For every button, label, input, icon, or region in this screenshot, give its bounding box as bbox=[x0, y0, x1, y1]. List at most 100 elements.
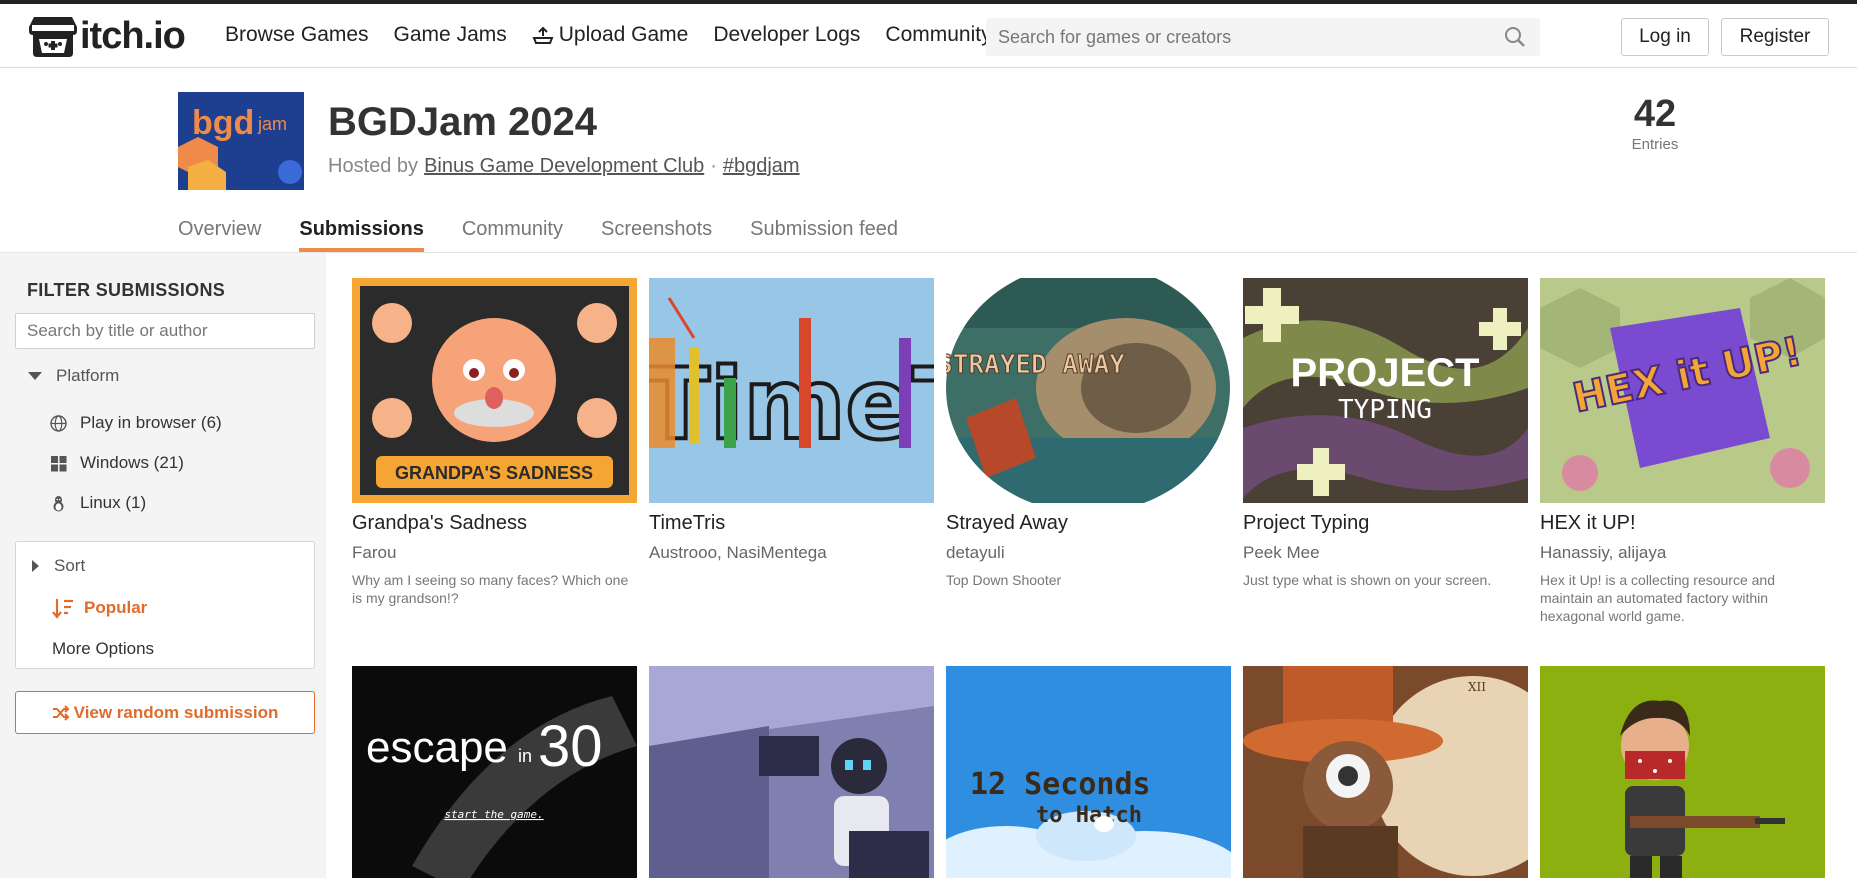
game-thumbnail[interactable]: GRANDPA'S SADNESS bbox=[352, 278, 637, 503]
jam-hosted-by: Hosted by Binus Game Development Club · … bbox=[328, 155, 800, 178]
hashtag-link[interactable]: #bgdjam bbox=[723, 155, 800, 178]
platform-toggle[interactable]: Platform bbox=[28, 366, 119, 386]
login-button[interactable]: Log in bbox=[1621, 18, 1709, 56]
hex-thumb-art: HEX it UP! bbox=[1540, 278, 1825, 503]
sort-popular[interactable]: Popular bbox=[52, 597, 147, 619]
tab-submissions[interactable]: Submissions bbox=[299, 218, 425, 252]
escape-thumb-text: escape bbox=[366, 723, 508, 772]
game-card[interactable]: TimeTris TimeTris Austrooo, NasiMentega bbox=[649, 278, 934, 571]
more-options-link[interactable]: More Options bbox=[52, 639, 154, 659]
game-card[interactable]: escape in 30 start the game. bbox=[352, 666, 637, 878]
game-author[interactable]: detayuli bbox=[946, 543, 1231, 563]
tab-screenshots[interactable]: Screenshots bbox=[601, 218, 712, 252]
platform-browser[interactable]: Play in browser (6) bbox=[50, 413, 222, 433]
timetris-thumb-art: TimeTris bbox=[649, 278, 934, 503]
host-link[interactable]: Binus Game Development Club bbox=[424, 155, 704, 178]
sort-descending-icon bbox=[52, 599, 73, 619]
sort-panel: Sort Popular More Options bbox=[15, 541, 315, 669]
jam-cover-bgd: bgd bbox=[192, 104, 254, 142]
strayed-thumb-text: STRAYED AWAY bbox=[946, 350, 1125, 380]
linux-icon bbox=[53, 495, 64, 511]
game-description: Top Down Shooter bbox=[946, 572, 1062, 588]
nav-upload-game-label: Upload Game bbox=[558, 23, 689, 46]
grandpa-thumb-art: GRANDPA'S SADNESS bbox=[352, 278, 637, 503]
sort-label: Sort bbox=[54, 556, 86, 575]
hatch-thumb-text-2: to Hatch bbox=[1036, 803, 1142, 828]
game-thumbnail[interactable] bbox=[649, 666, 934, 878]
escape-thumb-text-in: in bbox=[518, 746, 532, 766]
tab-community[interactable]: Community bbox=[462, 218, 563, 252]
game-title[interactable]: Grandpa's Sadness bbox=[352, 512, 637, 535]
clock-thumb-art: XII bbox=[1243, 666, 1528, 878]
search-icon[interactable] bbox=[1504, 26, 1526, 48]
game-thumbnail[interactable]: escape in 30 start the game. bbox=[352, 666, 637, 878]
entries-stat: 42 Entries bbox=[1620, 92, 1690, 153]
game-card[interactable]: HEX it UP! HEX it UP! Hanassiy, alijaya … bbox=[1540, 278, 1825, 625]
soldier-thumb-art bbox=[1540, 666, 1825, 878]
clock-thumb-text: XII bbox=[1468, 680, 1486, 694]
logo-text: itch.io bbox=[80, 14, 186, 57]
game-author[interactable]: Austrooo, NasiMentega bbox=[649, 543, 934, 563]
game-title[interactable]: Strayed Away bbox=[946, 512, 1231, 535]
platform-browser-label: Play in browser (6) bbox=[80, 413, 222, 432]
hosted-separator: · bbox=[710, 155, 717, 177]
game-thumbnail[interactable]: TimeTris bbox=[649, 278, 934, 503]
jam-cover-jam: jam bbox=[257, 114, 287, 134]
game-card[interactable]: PROJECT TYPING Project Typing Peek Mee J… bbox=[1243, 278, 1528, 589]
game-description: Why am I seeing so many faces? Which one… bbox=[352, 572, 629, 606]
caret-right-icon bbox=[32, 560, 39, 572]
site-search-input[interactable] bbox=[986, 18, 1540, 56]
game-thumbnail[interactable]: 12 Seconds to Hatch bbox=[946, 666, 1231, 878]
typing-thumb-text: PROJECT bbox=[1291, 351, 1480, 395]
register-button[interactable]: Register bbox=[1721, 18, 1829, 56]
entries-label: Entries bbox=[1631, 136, 1679, 153]
game-thumbnail[interactable]: HEX it UP! bbox=[1540, 278, 1825, 503]
nav-developer-logs[interactable]: Developer Logs bbox=[713, 23, 860, 47]
game-card[interactable]: XII bbox=[1243, 666, 1528, 878]
typing-thumb-art: PROJECT TYPING bbox=[1243, 278, 1528, 503]
nav-community[interactable]: Community bbox=[885, 23, 991, 47]
game-card[interactable]: 12 Seconds to Hatch bbox=[946, 666, 1231, 878]
escape-thumb-text-30: 30 bbox=[538, 714, 603, 779]
game-card[interactable]: STRAYED AWAY Strayed Away detayuli Top D… bbox=[946, 278, 1231, 589]
hatch-thumb-text: 12 Seconds bbox=[970, 767, 1151, 802]
escape-thumb-art: escape in 30 start the game. bbox=[352, 666, 637, 878]
game-title[interactable]: Project Typing bbox=[1243, 512, 1528, 535]
tab-overview[interactable]: Overview bbox=[178, 218, 261, 252]
platform-linux[interactable]: Linux (1) bbox=[50, 493, 146, 513]
sort-toggle[interactable]: Sort bbox=[32, 556, 85, 576]
nav-upload-game[interactable]: Upload Game bbox=[532, 23, 689, 47]
game-thumbnail[interactable] bbox=[1540, 666, 1825, 878]
platform-windows-label: Windows (21) bbox=[80, 453, 184, 472]
strayed-thumb-art: STRAYED AWAY bbox=[946, 278, 1231, 503]
filter-title: FILTER SUBMISSIONS bbox=[27, 280, 226, 300]
game-author[interactable]: Farou bbox=[352, 543, 637, 563]
filter-search-input[interactable] bbox=[16, 314, 314, 348]
game-thumbnail[interactable]: XII bbox=[1243, 666, 1528, 878]
nav-game-jams[interactable]: Game Jams bbox=[394, 23, 507, 47]
platform-linux-label: Linux (1) bbox=[80, 493, 147, 512]
itchio-logo[interactable]: itch.io bbox=[28, 13, 186, 59]
game-title[interactable]: HEX it UP! bbox=[1540, 512, 1825, 535]
view-random-button[interactable]: View random submission bbox=[15, 691, 315, 734]
game-thumbnail[interactable]: PROJECT TYPING bbox=[1243, 278, 1528, 503]
itchio-logo-icon bbox=[29, 17, 77, 57]
windows-icon bbox=[51, 455, 67, 471]
game-author[interactable]: Hanassiy, alijaya bbox=[1540, 543, 1825, 563]
game-card[interactable] bbox=[1540, 666, 1825, 878]
tab-submission-feed[interactable]: Submission feed bbox=[750, 218, 898, 252]
game-title[interactable]: TimeTris bbox=[649, 512, 934, 535]
nav-browse-games[interactable]: Browse Games bbox=[225, 23, 369, 47]
jam-cover-image: bgd jam bbox=[178, 92, 304, 190]
typing-thumb-text-2: TYPING bbox=[1338, 395, 1432, 425]
site-header: itch.io Browse Games Game Jams Upload Ga… bbox=[0, 4, 1857, 68]
platform-windows[interactable]: Windows (21) bbox=[50, 453, 184, 473]
hosted-prefix: Hosted by bbox=[328, 155, 419, 177]
robot-thumb-art bbox=[649, 666, 934, 878]
game-card[interactable]: GRANDPA'S SADNESS Grandpa's Sadness Faro… bbox=[352, 278, 637, 607]
game-thumbnail[interactable]: STRAYED AWAY bbox=[946, 278, 1231, 503]
jam-cover-art: bgd jam bbox=[178, 92, 304, 190]
game-card[interactable] bbox=[649, 666, 934, 878]
game-author[interactable]: Peek Mee bbox=[1243, 543, 1528, 563]
globe-icon bbox=[50, 414, 67, 432]
